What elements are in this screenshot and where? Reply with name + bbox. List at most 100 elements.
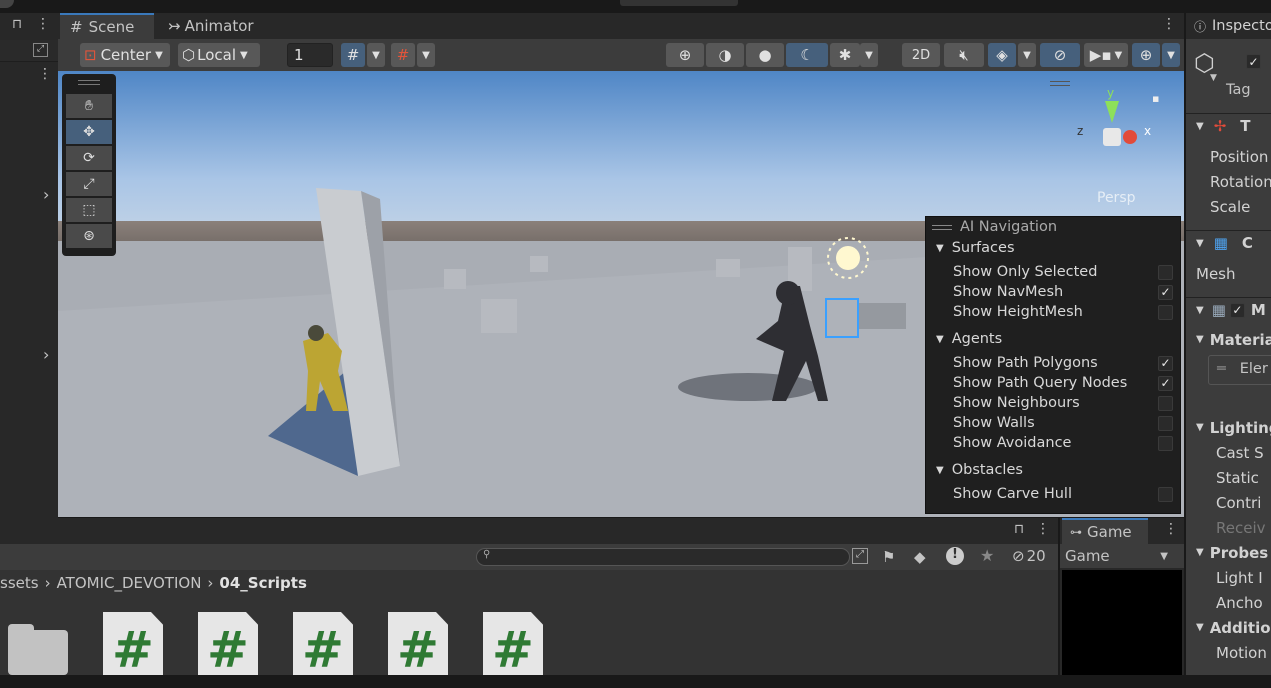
nav-option[interactable]: Show HeightMesh — [926, 302, 1182, 322]
breadcrumb-item-current[interactable]: 04_Scripts — [219, 574, 306, 592]
show-only-selected-checkbox[interactable] — [1158, 264, 1173, 280]
expand-arrow-icon[interactable]: › — [43, 345, 49, 364]
mesh-renderer-header[interactable]: ▼ ▦ ✓ M — [1186, 297, 1271, 322]
debug-dropdown[interactable]: ▼ — [860, 43, 878, 67]
more-options-icon[interactable]: ⋮ — [1036, 521, 1050, 537]
mesh-filter-header[interactable]: ▼ ▦ C — [1186, 230, 1271, 255]
hidden-packages-toggle[interactable]: ⊘ 20 — [1012, 547, 1046, 565]
lock-icon[interactable]: ⊓ — [12, 17, 22, 32]
overlay-handle[interactable] — [1050, 81, 1070, 86]
material-element-field[interactable]: ═ Eler — [1208, 355, 1271, 385]
ai-navigation-header[interactable]: AI Navigation — [926, 217, 1182, 237]
rect-tool[interactable]: ⬚ — [66, 198, 112, 222]
increment-snap-button[interactable]: # — [391, 43, 415, 67]
search-options-icon[interactable]: ⤢ — [852, 548, 868, 564]
show-carve-hull-checkbox[interactable] — [1158, 486, 1173, 502]
script-file[interactable]: # — [293, 612, 353, 675]
gizmo-projection-label[interactable]: Persp — [1097, 190, 1136, 206]
hierarchy-search[interactable]: ⤢ — [0, 40, 58, 62]
nav-option[interactable]: Show Path Query Nodes ✓ — [926, 373, 1182, 393]
triangle-down-icon: ▼ — [1196, 304, 1204, 316]
hand-tool[interactable]: ✋︎ — [66, 94, 112, 118]
show-walls-checkbox[interactable] — [1158, 415, 1173, 431]
grid-snap-button[interactable]: # — [341, 43, 365, 67]
2d-toggle[interactable]: 2D — [902, 43, 940, 67]
orientation-gizmo[interactable]: y x z Persp ▪ — [1073, 86, 1163, 206]
shaded-button[interactable]: ● — [746, 43, 784, 67]
tab-animator[interactable]: ↣ Animator — [158, 13, 268, 39]
section-agents[interactable]: ▼ Agents — [926, 329, 1182, 349]
show-heightmesh-checkbox[interactable] — [1158, 304, 1173, 320]
nav-option[interactable]: Show Walls — [926, 413, 1182, 433]
grid-snap-dropdown[interactable]: ▼ — [367, 43, 385, 67]
rotate-tool[interactable]: ⟳ — [66, 146, 112, 170]
breadcrumb-item[interactable]: ssets — [0, 574, 39, 592]
script-file[interactable]: # — [388, 612, 448, 675]
maximize-icon[interactable]: ⤢ — [33, 43, 48, 57]
wireframe-button[interactable]: ⊕ — [666, 43, 704, 67]
tab-scene[interactable]: # Scene — [60, 13, 154, 39]
nav-option[interactable]: Show Neighbours — [926, 393, 1182, 413]
lock-icon[interactable]: ⊓ — [1014, 522, 1024, 537]
favorite-star-icon[interactable]: ★ — [980, 546, 994, 565]
script-file[interactable]: # — [103, 612, 163, 675]
nav-option[interactable]: Show NavMesh ✓ — [926, 282, 1182, 302]
show-path-polygons-checkbox[interactable]: ✓ — [1158, 355, 1173, 371]
probes-header[interactable]: ▼ Probes — [1186, 540, 1271, 565]
unity-menu-icon[interactable] — [0, 0, 14, 8]
expand-arrow-icon[interactable]: › — [43, 185, 49, 204]
gizmos-button[interactable]: ⊕ — [1132, 43, 1160, 67]
effects-toggle[interactable]: ◈ — [988, 43, 1016, 67]
play-controls[interactable] — [620, 0, 738, 6]
script-file[interactable]: # — [483, 612, 543, 675]
camera-button[interactable]: ▶▪ ▼ — [1084, 43, 1128, 67]
filter-label-icon[interactable]: ◆ — [914, 548, 926, 566]
nav-option[interactable]: Show Only Selected — [926, 262, 1182, 282]
project-search-input[interactable]: ⚲ — [476, 548, 850, 566]
mesh-renderer-checkbox[interactable]: ✓ — [1229, 302, 1245, 318]
nav-option[interactable]: Show Avoidance — [926, 433, 1182, 453]
more-options-icon[interactable]: ⋮ — [1164, 521, 1178, 537]
debug-button[interactable]: ✱ — [830, 43, 860, 67]
warning-icon[interactable]: ! — [946, 547, 964, 565]
tab-game[interactable]: ⊶ Game — [1062, 518, 1148, 544]
game-display-dropdown[interactable]: Game ▼ — [1060, 544, 1184, 568]
unlit-button[interactable]: ☾ — [786, 43, 828, 67]
nav-option[interactable]: Show Path Polygons ✓ — [926, 353, 1182, 373]
show-neighbours-checkbox[interactable] — [1158, 395, 1173, 411]
scale-tool[interactable]: ⤢ — [66, 172, 112, 196]
gizmos-dropdown[interactable]: ▼ — [1162, 43, 1180, 67]
folder-item[interactable] — [8, 624, 68, 687]
nav-option[interactable]: Show Carve Hull — [926, 484, 1182, 504]
increment-snap-dropdown[interactable]: ▼ — [417, 43, 435, 67]
materials-header[interactable]: ▼ Materia — [1186, 327, 1271, 352]
more-options-icon[interactable]: ⋮ — [36, 16, 50, 32]
transform-header[interactable]: ▼ ✢ T — [1186, 113, 1271, 138]
section-obstacles[interactable]: ▼ Obstacles — [926, 460, 1182, 480]
lighting-header[interactable]: ▼ Lighting — [1186, 415, 1271, 440]
grid-size-input[interactable]: 1 — [287, 43, 333, 67]
filter-type-icon[interactable]: ⚑ — [882, 548, 895, 566]
more-options-icon[interactable]: ⋮ — [1162, 16, 1176, 32]
show-navmesh-checkbox[interactable]: ✓ — [1158, 284, 1173, 300]
effects-dropdown[interactable]: ▼ — [1018, 43, 1036, 67]
shaded-wireframe-button[interactable]: ◑ — [706, 43, 744, 67]
script-file[interactable]: # — [198, 612, 258, 675]
visibility-toggle[interactable]: ⊘ — [1040, 43, 1080, 67]
breadcrumb-item[interactable]: ATOMIC_DEVOTION — [57, 574, 202, 592]
more-options-icon[interactable]: ⋮ — [38, 66, 52, 82]
move-tool[interactable]: ✥ — [66, 120, 112, 144]
lock-icon[interactable]: ▪ — [1152, 92, 1159, 105]
additional-settings-header[interactable]: ▼ Additio — [1186, 615, 1271, 640]
show-path-query-nodes-checkbox[interactable]: ✓ — [1158, 375, 1173, 391]
section-surfaces[interactable]: ▼ Surfaces — [926, 238, 1182, 258]
drag-handle[interactable] — [78, 80, 100, 85]
transform-tool[interactable]: ⊛ — [66, 224, 112, 248]
game-view[interactable] — [1062, 570, 1182, 675]
audio-toggle[interactable]: 🔇︎ — [944, 43, 984, 67]
pivot-dropdown[interactable]: ⊡ Center ▼ — [80, 43, 170, 67]
space-dropdown[interactable]: ⬡ Local ▼ — [178, 43, 260, 67]
tab-inspector[interactable]: ⓘ Inspector — [1186, 13, 1271, 39]
show-avoidance-checkbox[interactable] — [1158, 435, 1173, 451]
active-checkbox[interactable]: ✓ — [1246, 54, 1261, 69]
